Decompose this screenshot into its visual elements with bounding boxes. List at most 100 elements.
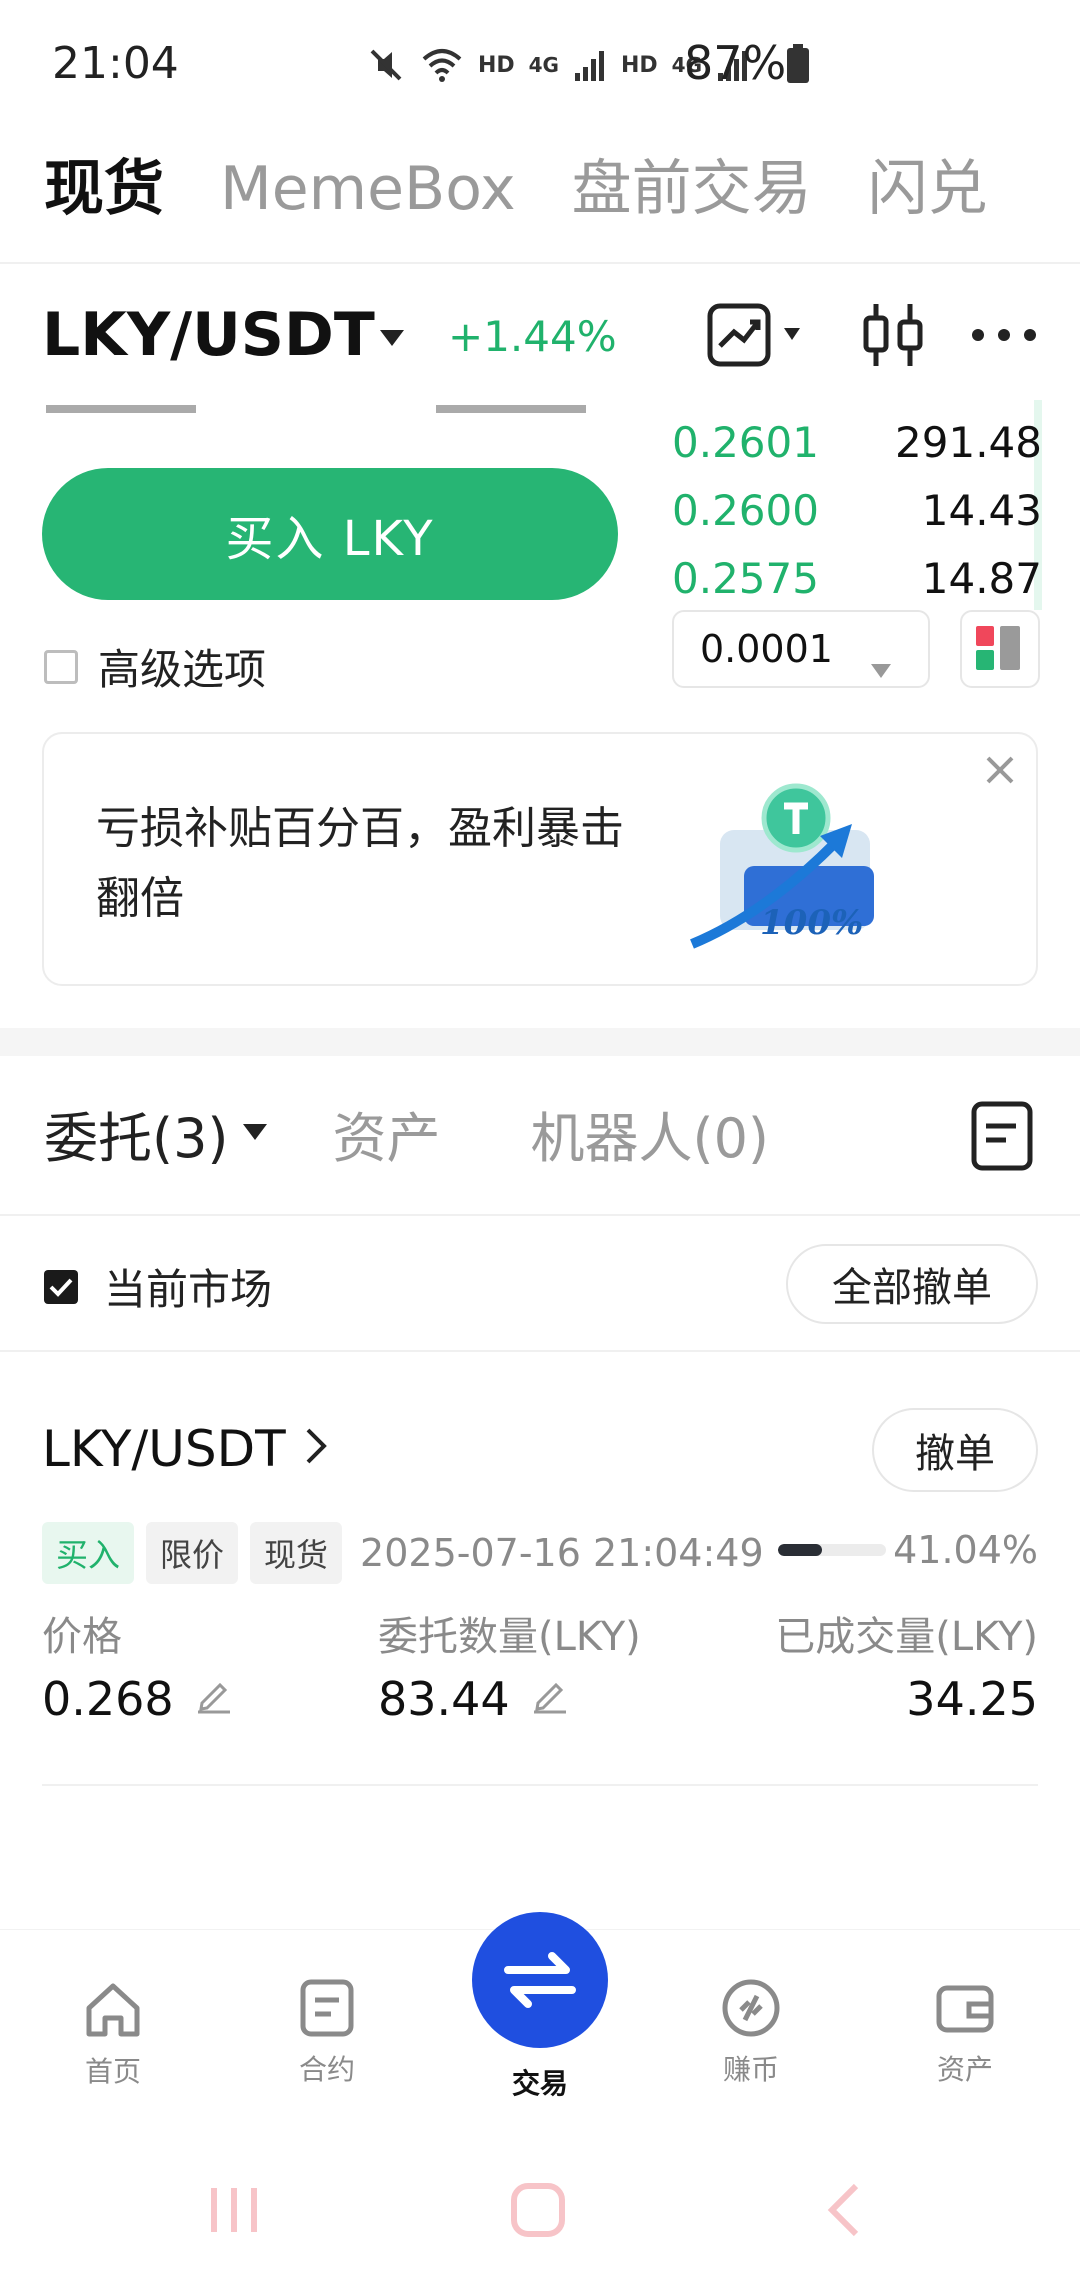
divider — [0, 1350, 1080, 1352]
order-book: 0.2601 291.48 0.2600 14.43 0.2575 14.87 — [672, 408, 1042, 612]
nav-futures[interactable]: 合约 — [252, 1976, 402, 2088]
order-book-row[interactable]: 0.2600 14.43 — [672, 476, 1042, 544]
nav-futures-label: 合约 — [298, 2053, 355, 2086]
filled-label: 已成交量(LKY) — [775, 1614, 1038, 1660]
fill-progress-bar — [778, 1544, 886, 1556]
wifi-icon — [420, 45, 464, 85]
close-icon[interactable] — [978, 748, 1022, 792]
back-icon[interactable] — [818, 2180, 868, 2244]
order-pair-link[interactable]: LKY/USDT — [42, 1420, 328, 1478]
side-tag: 买入 — [42, 1522, 135, 1584]
book-price: 0.2575 — [672, 553, 819, 603]
section-gap — [0, 1028, 1080, 1056]
nav-assets[interactable]: 资产 — [890, 1976, 1040, 2088]
caret-down-icon[interactable] — [378, 328, 406, 352]
nav-home-label: 首页 — [84, 2055, 141, 2088]
price-label: 价格 — [42, 1614, 122, 1660]
precision-value: 0.0001 — [700, 627, 833, 671]
order-time: 2025-07-16 21:04:49 — [360, 1531, 764, 1575]
recents-icon[interactable] — [204, 2180, 264, 2244]
battery-icon — [786, 44, 810, 88]
pair-change: +1.44% — [448, 312, 617, 361]
caret-down-icon — [870, 644, 892, 688]
orders-tabs: 委托(3) 资产 机器人(0) — [44, 1094, 859, 1173]
system-nav — [0, 2140, 1080, 2280]
edit-amount-icon[interactable] — [530, 1672, 570, 1726]
book-qty: 14.43 — [921, 485, 1042, 535]
battery-percent: 87% — [684, 36, 787, 90]
order-pair-name: LKY/USDT — [42, 1420, 286, 1478]
book-qty: 291.48 — [895, 417, 1042, 467]
tab-open-orders[interactable]: 委托(3) — [44, 1094, 229, 1173]
hd-badge-2: HD — [620, 52, 658, 78]
promo-banner[interactable]: 亏损补贴百分百，盈利暴击翻倍 100% — [42, 732, 1038, 986]
divider — [42, 1784, 1038, 1786]
order-filled: 34.25 — [906, 1672, 1038, 1726]
edit-price-icon[interactable] — [194, 1672, 234, 1726]
earn-icon — [722, 1979, 780, 2037]
current-market-filter[interactable]: 当前市场 — [44, 1256, 272, 1317]
order-tags: 买入 限价 现货 2025-07-16 21:04:49 — [42, 1522, 764, 1584]
status-time: 21:04 — [52, 38, 179, 89]
book-price: 0.2600 — [672, 485, 819, 535]
more-icon[interactable] — [964, 300, 1044, 370]
nav-assets-label: 资产 — [936, 2053, 993, 2086]
network-type: 4G — [528, 53, 559, 77]
nav-trade-label: 交易 — [511, 2067, 568, 2100]
filled-value: 34.25 — [906, 1672, 1038, 1726]
mute-icon — [366, 45, 406, 85]
top-tabs: 现货 MemeBox 盘前交易 闪兑 — [44, 140, 988, 227]
cancel-order-button[interactable]: 撤单 — [872, 1408, 1038, 1492]
tab-premarket[interactable]: 盘前交易 — [572, 140, 812, 227]
promo-text: 亏损补贴百分百，盈利暴击翻倍 — [96, 803, 624, 924]
divider — [0, 262, 1080, 264]
order-price: 0.268 — [42, 1672, 234, 1726]
order-amount: 83.44 — [378, 1672, 570, 1726]
book-qty: 14.87 — [921, 553, 1042, 603]
cancel-all-button[interactable]: 全部撤单 — [786, 1244, 1038, 1324]
order-history-icon[interactable] — [970, 1100, 1034, 1172]
candlestick-icon[interactable] — [858, 300, 928, 370]
filter-label: 当前市场 — [104, 1265, 273, 1314]
hd-badge: HD — [477, 52, 515, 78]
pair-selector[interactable]: LKY/USDT — [42, 300, 375, 370]
tab-assets[interactable]: 资产 — [333, 1094, 441, 1173]
pair-header: LKY/USDT +1.44% — [42, 300, 1042, 370]
order-book-row[interactable]: 0.2601 291.48 — [672, 408, 1042, 476]
type-tag: 限价 — [146, 1522, 239, 1584]
market-tag: 现货 — [250, 1522, 343, 1584]
home-icon — [86, 1983, 140, 2037]
amount-label: 委托数量(LKY) — [378, 1614, 641, 1660]
price-value: 0.268 — [42, 1672, 174, 1726]
tab-convert[interactable]: 闪兑 — [868, 140, 988, 227]
advanced-label: 高级选项 — [98, 645, 267, 694]
nav-earn[interactable]: 赚币 — [676, 1976, 826, 2088]
order-book-row[interactable]: 0.2575 14.87 — [672, 544, 1042, 612]
precision-select[interactable]: 0.0001 — [672, 610, 930, 688]
tab-spot[interactable]: 现货 — [44, 140, 164, 227]
tab-memebox[interactable]: MemeBox — [220, 154, 516, 224]
divider — [0, 1214, 1080, 1216]
nav-home[interactable]: 首页 — [38, 1978, 188, 2090]
chart-button[interactable] — [704, 300, 804, 370]
fill-progress — [778, 1544, 823, 1556]
tab-bots[interactable]: 机器人(0) — [531, 1094, 770, 1173]
futures-icon — [300, 1979, 354, 2037]
book-price: 0.2601 — [672, 417, 819, 467]
advanced-checkbox[interactable] — [44, 649, 78, 684]
book-layout-icon[interactable] — [960, 610, 1040, 688]
advanced-options[interactable]: 高级选项 — [44, 636, 266, 697]
trade-button[interactable] — [472, 1912, 608, 2048]
buy-button[interactable]: 买入 LKY — [42, 468, 618, 600]
wallet-icon — [936, 1985, 994, 2033]
signal-icon — [573, 47, 607, 83]
swap-icon — [504, 1952, 576, 2008]
nav-earn-label: 赚币 — [722, 2053, 779, 2086]
current-market-checkbox[interactable] — [44, 1269, 78, 1304]
clipped-text — [46, 404, 606, 418]
caret-down-icon[interactable] — [241, 1122, 269, 1146]
promo-badge-text: 100% — [760, 903, 863, 943]
home-button-icon[interactable] — [508, 2180, 568, 2244]
fill-percent: 41.04% — [893, 1528, 1038, 1572]
chevron-right-icon — [304, 1420, 328, 1478]
